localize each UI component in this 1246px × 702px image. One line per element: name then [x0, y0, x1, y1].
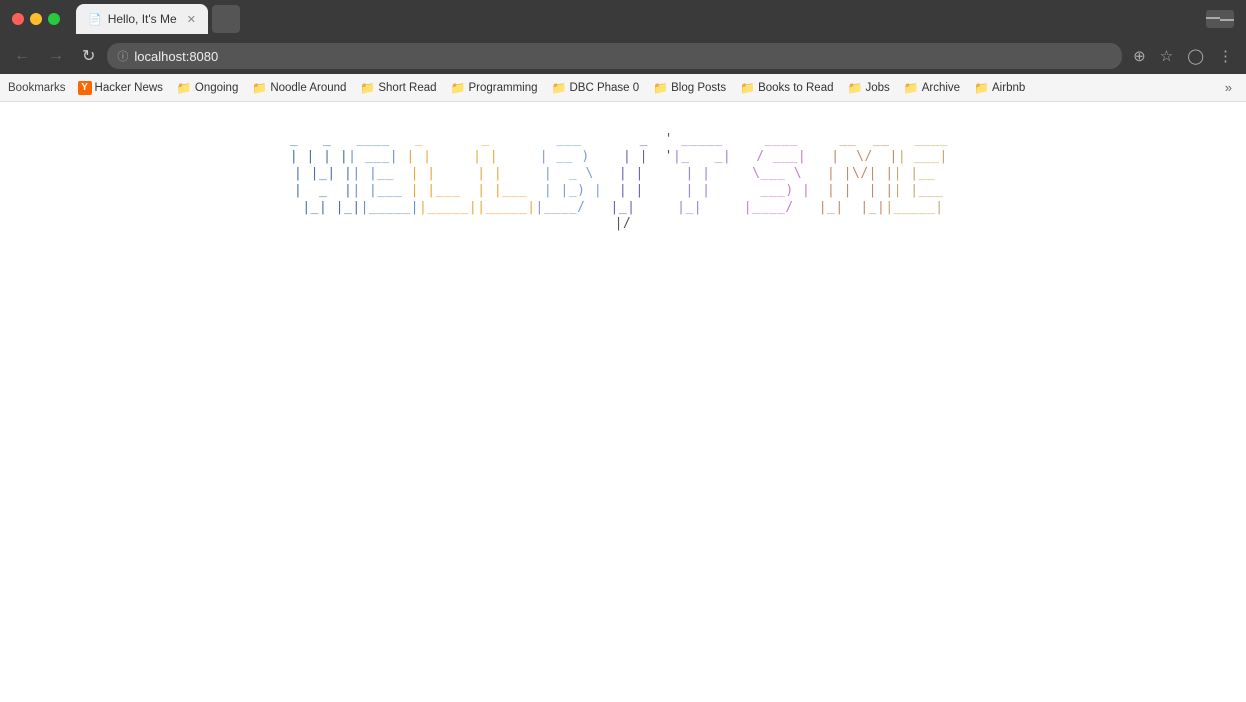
folder-icon: 📁 [740, 81, 755, 95]
main-content: _ _ ____ _ _ ___ _ ' _____ ____ __ __ __… [0, 102, 1246, 702]
bookmark-ongoing[interactable]: 📁 Ongoing [171, 79, 244, 97]
bookmark-name: Short Read [378, 82, 436, 94]
folder-icon: 📁 [252, 81, 267, 95]
ascii-art-title: _ _ ____ _ _ ___ _ ' _____ ____ __ __ __… [232, 132, 1015, 233]
forward-button[interactable]: → [42, 45, 70, 67]
bookmarks-more-button[interactable]: » [1219, 78, 1238, 97]
tab-title: Hello, It's Me [108, 12, 177, 26]
window-control [1206, 10, 1234, 28]
new-tab-area [212, 5, 240, 33]
tab-page-icon: 📄 [88, 13, 102, 26]
bookmark-name: Archive [922, 82, 960, 94]
folder-icon: 📁 [904, 81, 919, 95]
refresh-button[interactable]: ↻ [76, 44, 101, 68]
bookmark-name: Airbnb [992, 82, 1025, 94]
bookmark-name: Noodle Around [270, 82, 346, 94]
title-bar: 📄 Hello, It's Me ✕ [0, 0, 1246, 38]
bookmark-name: Hacker News [95, 82, 163, 94]
folder-icon: 📁 [360, 81, 375, 95]
bookmark-noodle-around[interactable]: 📁 Noodle Around [246, 79, 352, 97]
bookmark-dbc[interactable]: 📁 DBC Phase 0 [546, 79, 646, 97]
maximize-button[interactable] [48, 13, 60, 25]
folder-icon: 📁 [177, 81, 192, 95]
window-controls-extra [1206, 10, 1234, 28]
active-tab[interactable]: 📄 Hello, It's Me ✕ [76, 4, 208, 34]
bookmark-name: Blog Posts [671, 82, 726, 94]
bookmark-airbnb[interactable]: 📁 Airbnb [968, 79, 1031, 97]
bookmark-name: Programming [469, 82, 538, 94]
close-button[interactable] [12, 13, 24, 25]
tab-close-button[interactable]: ✕ [187, 13, 196, 26]
folder-icon: 📁 [451, 81, 466, 95]
ycombinator-icon: Y [78, 81, 92, 95]
nav-actions: ⊕ ☆ ◯ ⋮ [1128, 45, 1238, 67]
back-button[interactable]: ← [8, 45, 36, 67]
bookmark-name: Books to Read [758, 82, 833, 94]
more-button[interactable]: ⋮ [1213, 45, 1238, 67]
bookmark-books[interactable]: 📁 Books to Read [734, 79, 839, 97]
bookmarks-bar: Bookmarks Y Hacker News 📁 Ongoing 📁 Nood… [0, 74, 1246, 102]
traffic-lights [12, 13, 60, 25]
lock-icon: ⓘ [117, 48, 128, 64]
bookmark-name: Jobs [865, 82, 889, 94]
nav-bar: ← → ↻ ⓘ localhost:8080 ⊕ ☆ ◯ ⋮ [0, 38, 1246, 74]
address-bar[interactable]: ⓘ localhost:8080 [107, 43, 1122, 69]
bookmark-programming[interactable]: 📁 Programming [445, 79, 544, 97]
cast-button[interactable]: ◯ [1182, 45, 1209, 67]
bookmark-archive[interactable]: 📁 Archive [898, 79, 966, 97]
folder-icon: 📁 [848, 81, 863, 95]
folder-icon: 📁 [974, 81, 989, 95]
url-text: localhost:8080 [134, 49, 1112, 64]
bookmarks-label: Bookmarks [8, 82, 66, 94]
folder-icon: 📁 [552, 81, 567, 95]
star-button[interactable]: ☆ [1155, 45, 1178, 67]
bookmark-name: Ongoing [195, 82, 238, 94]
minimize-button[interactable] [30, 13, 42, 25]
bookmark-hacker-news[interactable]: Y Hacker News [72, 79, 169, 97]
bookmark-jobs[interactable]: 📁 Jobs [842, 79, 896, 97]
folder-icon: 📁 [653, 81, 668, 95]
zoom-button[interactable]: ⊕ [1128, 45, 1151, 67]
bookmark-short-read[interactable]: 📁 Short Read [354, 79, 442, 97]
tab-bar: 📄 Hello, It's Me ✕ [76, 4, 1198, 34]
bookmark-blog-posts[interactable]: 📁 Blog Posts [647, 79, 732, 97]
bookmark-name: DBC Phase 0 [569, 82, 639, 94]
